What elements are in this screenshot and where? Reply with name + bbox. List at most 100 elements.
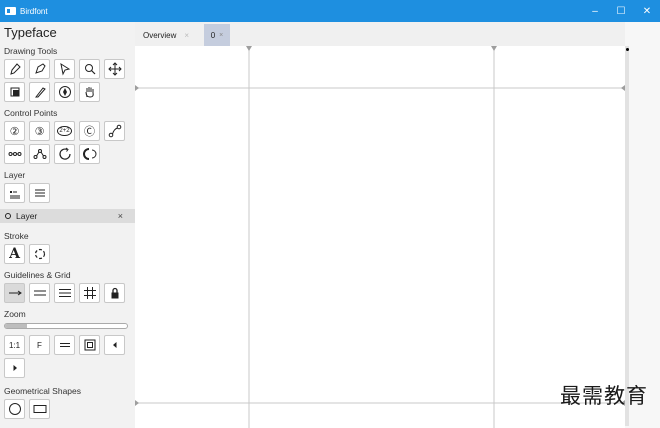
knife-tool-button[interactable] [29, 82, 50, 102]
circle-icon [8, 403, 21, 415]
two-circled-icon: ② [9, 125, 20, 138]
stroke-tools-row: A [0, 244, 135, 264]
grid-button[interactable] [79, 283, 100, 303]
quadratic-points-button[interactable]: ② [4, 121, 25, 141]
stroke-label: Stroke [4, 231, 29, 241]
resize-tool-button[interactable] [4, 82, 25, 102]
layer-item-label: Layer [16, 211, 38, 221]
geometric-shapes-label: Geometrical Shapes [4, 386, 82, 396]
window-title: Birdfont [20, 6, 48, 16]
circle-shape-button[interactable] [4, 399, 25, 419]
triangle-right-icon [13, 365, 17, 371]
baseline-marker-left [135, 400, 139, 406]
arrow-line-icon [8, 290, 22, 296]
guideline-layer [135, 46, 625, 428]
drawing-tools-row-2 [0, 82, 135, 102]
tab-glyph-0[interactable]: 0 × [204, 24, 230, 46]
resize-icon [10, 87, 19, 97]
vertical-scrollbar[interactable] [625, 22, 660, 428]
double-line-icon [33, 290, 46, 296]
all-lines-button[interactable] [54, 283, 75, 303]
close-button[interactable]: ✕ [634, 0, 660, 22]
reflect-handle-button[interactable] [29, 144, 50, 164]
remove-layer-button[interactable]: × [118, 211, 123, 221]
drawing-tools-row-1 [0, 59, 135, 79]
curve-handle-icon [108, 124, 121, 138]
point-tool-button[interactable] [29, 59, 50, 79]
tie-handles-icon [8, 152, 21, 156]
add-layer-button[interactable] [4, 183, 25, 203]
pen-tool-button[interactable] [4, 59, 25, 79]
watermark-text: 最需教育 [560, 384, 648, 408]
minimize-button[interactable]: – [582, 0, 608, 22]
reverse-path-button[interactable] [79, 144, 100, 164]
double-points-button[interactable]: 2+2 [54, 121, 75, 141]
layer-item[interactable]: Layer × [0, 209, 135, 223]
maximize-button[interactable]: ☐ [608, 0, 634, 22]
glyph-canvas[interactable] [135, 46, 625, 428]
cursor-icon [59, 62, 70, 76]
reverse-path-icon [82, 148, 96, 160]
tab-overview[interactable]: Overview × [143, 24, 207, 46]
next-view-button[interactable] [4, 358, 25, 378]
tab-glyph-close-button[interactable]: × [219, 32, 223, 39]
zoom-frame-button[interactable] [79, 335, 100, 355]
control-points-label: Control Points [4, 108, 58, 118]
zoom-slider-fill [5, 324, 27, 328]
curve-tool-button[interactable] [104, 121, 125, 141]
lock-grid-button[interactable] [104, 283, 125, 303]
help-lines-button[interactable] [29, 283, 50, 303]
tab-bar: Overview × 0 × [135, 22, 653, 46]
zoom-fit-button[interactable]: F [29, 335, 50, 355]
scrollbar-thumb[interactable] [625, 46, 629, 426]
tab-glyph-label: 0 [210, 30, 216, 40]
previous-view-button[interactable] [104, 335, 125, 355]
stroke-outline-button[interactable] [29, 244, 50, 264]
lock-icon [111, 287, 118, 299]
move-arrows-icon [107, 62, 122, 76]
zoom-line-button[interactable] [54, 335, 75, 355]
close-path-button[interactable] [54, 144, 75, 164]
pen-icon [9, 63, 21, 75]
rotate-tool-button[interactable] [54, 82, 75, 102]
triangle-left-icon [112, 342, 116, 348]
guidelines-label: Guidelines & Grid [4, 270, 71, 280]
hand-tool-button[interactable] [79, 82, 100, 102]
letter-a-icon: A [9, 246, 20, 262]
show-guides-button[interactable] [4, 283, 25, 303]
layers-icon [34, 189, 45, 197]
guidelines-tools-row [0, 283, 135, 303]
tool-panel: Typeface Drawing Tools Control Points ② … [0, 22, 135, 428]
zoom-1-1-label: 1:1 [8, 340, 21, 350]
tab-overview-close-button[interactable]: × [184, 31, 189, 40]
layer-list-button[interactable] [29, 183, 50, 203]
rectangle-icon [33, 405, 46, 413]
rectangle-shape-button[interactable] [29, 399, 50, 419]
control-points-row-1: ② ③ 2+2 Ⓒ [0, 121, 135, 141]
three-circled-icon: ③ [34, 125, 45, 138]
convert-points-button[interactable]: Ⓒ [79, 121, 100, 141]
layer-tools-row [0, 183, 135, 203]
panel-title: Typeface [4, 25, 57, 40]
select-tool-button[interactable] [54, 59, 75, 79]
two-plus-two-icon: 2+2 [57, 126, 72, 136]
tab-overview-label: Overview [143, 30, 177, 40]
c-circled-icon: Ⓒ [84, 126, 95, 138]
geometric-shapes-row [0, 399, 135, 419]
cubic-points-button[interactable]: ③ [29, 121, 50, 141]
scroll-position-dot [626, 48, 629, 51]
hand-icon [85, 87, 94, 98]
dashed-circle-icon [34, 248, 45, 260]
tie-handles-button[interactable] [4, 144, 25, 164]
birdfont-window: Birdfont – ☐ ✕ Typeface Drawing Tools Co… [0, 0, 660, 428]
zoom-1-1-button[interactable]: 1:1 [4, 335, 25, 355]
layer-label: Layer [4, 170, 26, 180]
zoom-slider[interactable] [4, 323, 128, 329]
stroke-text-button[interactable]: A [4, 244, 25, 264]
drawing-tools-label: Drawing Tools [4, 46, 58, 56]
layer-visible-icon[interactable] [5, 213, 11, 219]
zoom-tool-button[interactable] [79, 59, 100, 79]
left-guide-marker [246, 46, 252, 51]
move-tool-button[interactable] [104, 59, 125, 79]
magnifier-icon [84, 64, 95, 75]
